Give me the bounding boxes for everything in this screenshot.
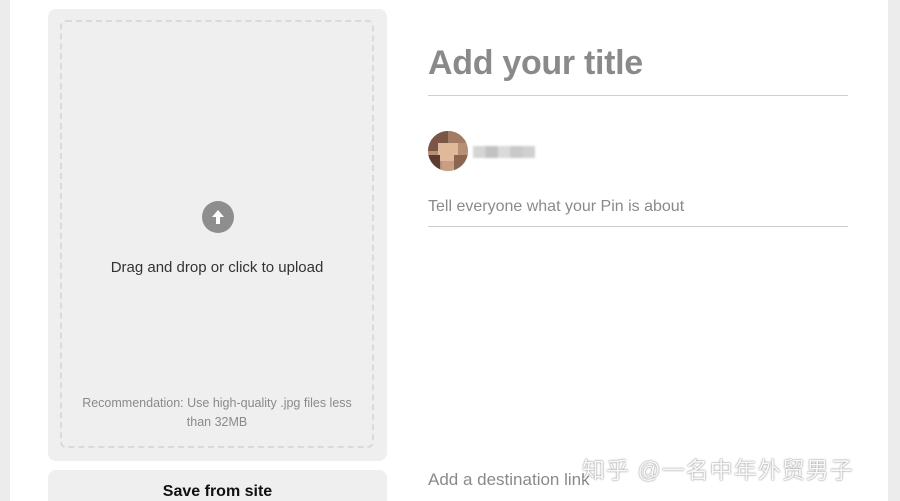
username-blurred <box>473 146 535 158</box>
upload-prompt[interactable]: Drag and drop or click to upload <box>60 259 374 276</box>
title-input[interactable]: Add your title <box>428 44 848 96</box>
watermark: 知乎 @一名中年外贸男子 <box>582 457 854 483</box>
save-from-site-button[interactable]: Save from site <box>48 470 387 501</box>
arrow-up-circle-icon[interactable] <box>202 201 234 233</box>
save-from-site-label: Save from site <box>162 483 273 500</box>
destination-link-input[interactable]: Add a destination link <box>428 470 590 490</box>
description-input[interactable]: Tell everyone what your Pin is about <box>428 198 848 227</box>
arrow-up-icon <box>212 210 224 224</box>
avatar-image <box>428 131 468 171</box>
pin-builder-page: Drag and drop or click to upload Recomme… <box>0 0 900 501</box>
upload-recommendation: Recommendation: Use high-quality .jpg fi… <box>82 396 352 429</box>
avatar <box>428 131 468 171</box>
upload-dropzone[interactable] <box>60 20 374 448</box>
